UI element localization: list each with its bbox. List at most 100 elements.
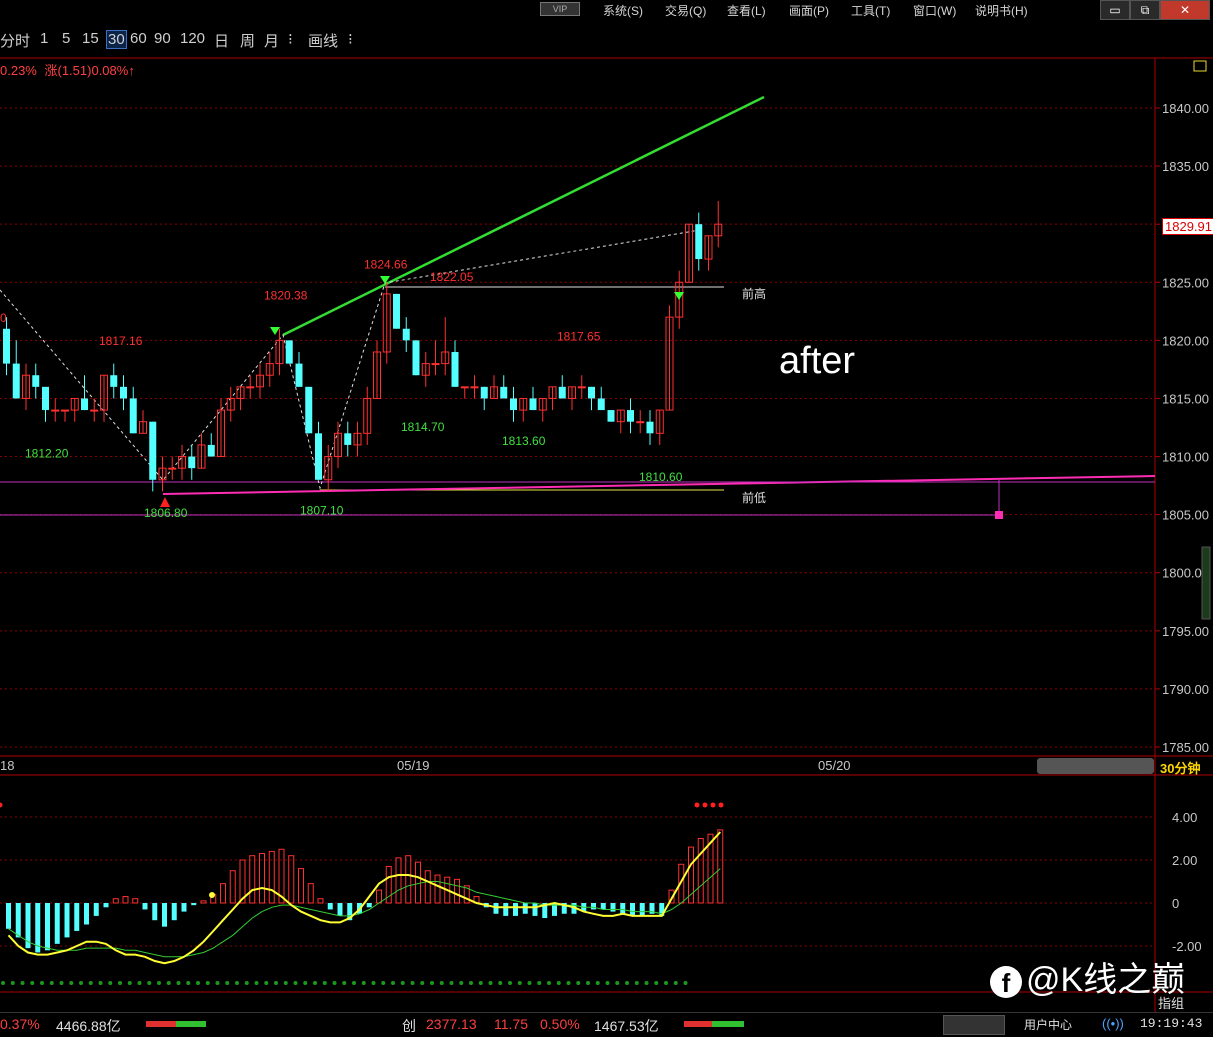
candle-body <box>149 421 157 480</box>
period-button[interactable]: 5 <box>62 30 70 47</box>
signal-dot <box>98 981 103 985</box>
price-tick-label: 1840.00 <box>1162 101 1209 116</box>
signal-dot <box>205 981 210 985</box>
candle-body <box>12 363 20 399</box>
macd-bar <box>376 889 382 904</box>
candle-body <box>42 386 49 411</box>
indicator-tick-label: 4.00 <box>1172 810 1197 825</box>
status-left-pct: 0.37% <box>0 1016 40 1032</box>
candle-body <box>577 386 586 389</box>
candle-body <box>607 410 615 422</box>
signal-dot <box>332 981 337 985</box>
signal-dot <box>634 981 639 985</box>
period-button[interactable]: ⁝ <box>288 30 293 48</box>
price-point-label: 0 <box>0 311 7 325</box>
macd-bar <box>405 855 412 904</box>
signal-icon: ((•)) <box>1102 1016 1124 1031</box>
macd-bar <box>162 903 167 927</box>
macd-bar <box>717 829 724 904</box>
price-point-label: 1810.60 <box>639 470 683 484</box>
price-tick-label: 1820.00 <box>1162 333 1209 348</box>
signal-dot <box>127 981 132 985</box>
candle-body <box>470 386 479 389</box>
side-label[interactable]: 指组 <box>1158 993 1184 1012</box>
ratio-bar-red <box>684 1021 712 1027</box>
price-point-label: 1817.65 <box>557 329 601 343</box>
macd-bar <box>415 861 421 904</box>
signal-dot <box>342 981 347 985</box>
signal-dot <box>69 981 74 985</box>
price-tick-label: 1785.00 <box>1162 740 1209 755</box>
period-button[interactable]: 60 <box>130 30 147 47</box>
period-button[interactable]: 月 <box>264 30 279 51</box>
candle-body <box>129 398 137 434</box>
period-button[interactable]: 15 <box>82 30 99 47</box>
price-point-label: 1824.66 <box>364 257 408 271</box>
signal-dot <box>459 981 464 985</box>
price-point-label: 1814.70 <box>401 420 445 434</box>
macd-bar <box>93 903 99 916</box>
macd-bar <box>493 903 499 914</box>
user-center-link[interactable]: 用户中心 <box>1024 1016 1072 1033</box>
period-button[interactable]: 30 <box>106 30 127 49</box>
signal-dot <box>430 981 434 985</box>
period-button[interactable]: 90 <box>154 30 171 47</box>
signal-dot <box>576 981 581 985</box>
candle-body <box>188 456 196 469</box>
signal-dot <box>556 981 561 985</box>
signal-dot <box>137 981 142 985</box>
macd-bar <box>112 898 119 904</box>
macd-bar <box>454 878 460 904</box>
candle-body <box>460 386 469 389</box>
up-arrow-icon <box>160 497 170 507</box>
period-button[interactable]: 1 <box>40 30 48 47</box>
candle-body <box>402 328 410 341</box>
signal-dot <box>547 981 551 985</box>
signal-dot <box>400 981 405 985</box>
price-tick-label: 1790.00 <box>1162 682 1209 697</box>
period-button[interactable]: 日 <box>214 30 229 51</box>
signal-dot <box>283 981 288 985</box>
price-tick-label: 1815.00 <box>1162 391 1209 406</box>
date-label: 05/19 <box>397 758 430 773</box>
price-tick-label: 1835.00 <box>1162 159 1209 174</box>
macd-bar <box>132 898 139 904</box>
signal-dot <box>410 981 415 985</box>
candle-body <box>480 386 488 399</box>
signal-dot <box>694 802 700 808</box>
dif-line <box>7 831 722 965</box>
macd-bar <box>395 857 402 904</box>
signal-dot <box>30 981 35 985</box>
candle-body <box>81 398 88 411</box>
chart-canvas[interactable]: 1840.001835.001830.001825.001820.001815.… <box>0 0 1213 1012</box>
price-point-label: 1807.10 <box>300 504 344 518</box>
prev-low-label: 前低 <box>742 491 767 505</box>
candle-body <box>120 386 127 399</box>
macd-bar <box>259 853 265 904</box>
macd-bar <box>45 903 50 951</box>
current-price-badge: 1829.91 <box>1162 218 1213 235</box>
prev-high-label: 前高 <box>742 287 767 301</box>
period-button[interactable]: 120 <box>180 30 205 47</box>
period-button[interactable]: 画线 <box>308 30 338 51</box>
candle-body <box>61 409 69 412</box>
period-button[interactable]: 周 <box>240 30 255 51</box>
candle-body <box>695 224 703 260</box>
date-label: 18 <box>0 758 15 773</box>
macd-bar <box>513 903 518 916</box>
macd-bar <box>15 903 21 938</box>
square-icon <box>1193 60 1207 72</box>
macd-bar <box>522 903 528 914</box>
signal-dot <box>244 981 249 985</box>
down-arrow-icon <box>270 327 280 335</box>
chuang-change: 11.75 <box>494 1016 528 1032</box>
candle-body <box>285 340 293 364</box>
signal-dot <box>615 981 620 985</box>
macd-bar <box>6 903 11 929</box>
candle-body <box>500 386 508 399</box>
macd-bar <box>142 903 148 910</box>
indicator-tick-label: 0 <box>1172 896 1179 911</box>
period-button[interactable]: 分时 <box>0 30 30 51</box>
period-button[interactable]: ⁝ <box>348 30 353 48</box>
tray-icons[interactable] <box>943 1015 1005 1035</box>
